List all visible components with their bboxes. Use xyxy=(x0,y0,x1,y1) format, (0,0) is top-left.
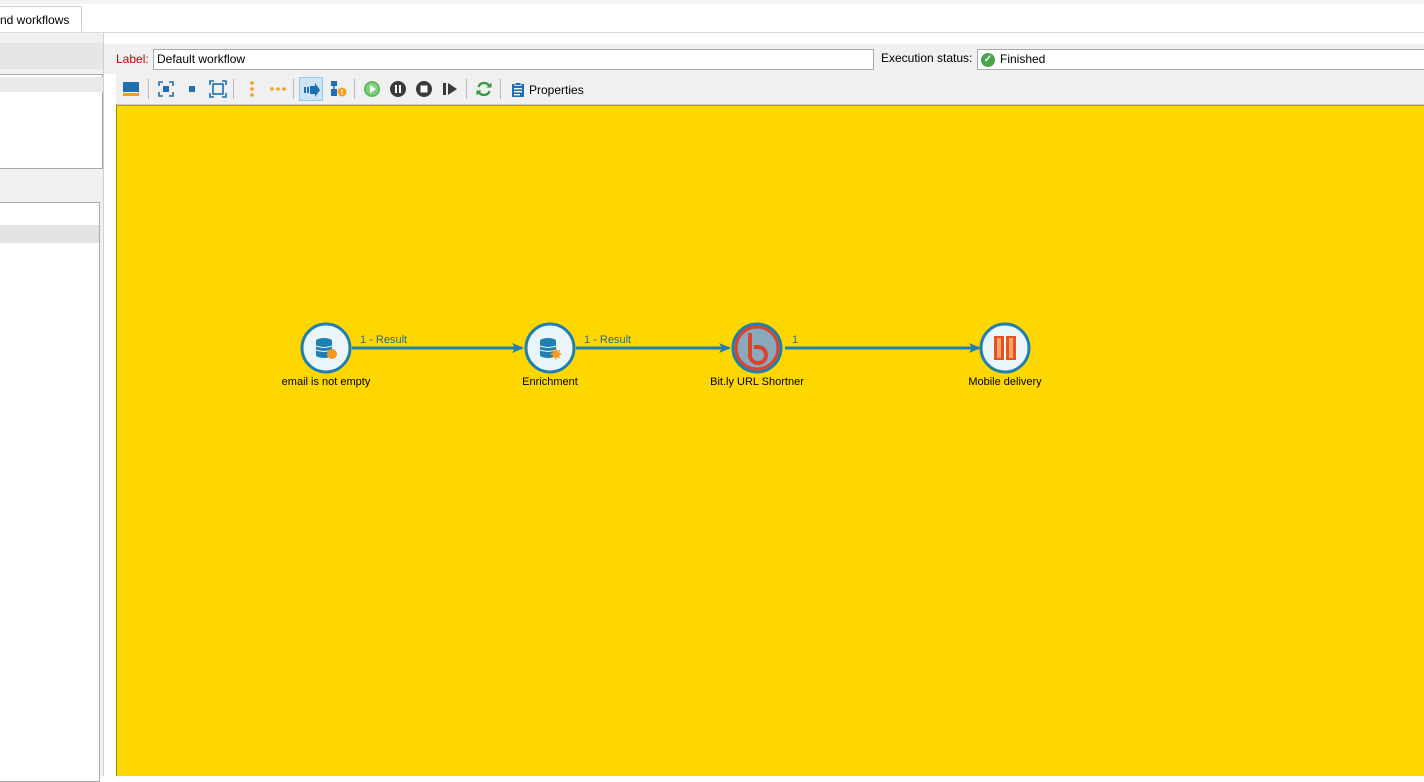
link-label: 1 - Result xyxy=(360,334,408,346)
workflow-node-bitly[interactable] xyxy=(731,322,783,374)
step-icon[interactable] xyxy=(438,77,462,101)
toolbar-separator xyxy=(293,79,294,99)
label-row: Label: Default workflow Execution status… xyxy=(104,44,1424,74)
tab-workflows[interactable]: nd workflows xyxy=(0,6,82,32)
start-icon[interactable] xyxy=(360,77,384,101)
workflow-node-enrichment[interactable] xyxy=(524,322,576,374)
stop-icon[interactable] xyxy=(412,77,436,101)
workflow-alert-icon[interactable] xyxy=(326,77,350,101)
properties-label: Properties xyxy=(529,83,584,97)
forward-arrow-icon[interactable] xyxy=(299,77,323,101)
stop-square-icon[interactable] xyxy=(180,77,204,101)
panel-splitter[interactable] xyxy=(103,33,104,776)
left-panel-list-top[interactable] xyxy=(0,74,103,169)
zoom-area-icon[interactable] xyxy=(206,77,230,101)
mobile-delivery-icon xyxy=(979,322,1031,374)
toolbar-separator xyxy=(354,79,355,99)
toolbar-separator xyxy=(233,79,234,99)
label-input[interactable]: Default workflow xyxy=(153,49,874,70)
check-circle-icon: ✓ xyxy=(981,53,995,67)
enrichment-icon xyxy=(524,322,576,374)
horizontal-dots-icon[interactable] xyxy=(266,77,290,101)
node-label: Bit.ly URL Shortner xyxy=(710,376,804,388)
workflow-toolbar: Properties xyxy=(116,74,1424,105)
label-caption: Label: xyxy=(116,52,149,66)
display-mode-icon[interactable] xyxy=(119,77,143,101)
pause-icon[interactable] xyxy=(386,77,410,101)
node-label: Enrichment xyxy=(522,376,578,388)
workflow-links xyxy=(352,343,981,353)
left-panel-header xyxy=(0,43,104,69)
left-panel-tree[interactable] xyxy=(0,202,100,782)
node-label: Mobile delivery xyxy=(968,376,1042,388)
toolbar-separator xyxy=(148,79,149,99)
bitly-icon xyxy=(731,322,783,374)
toolbar-separator xyxy=(500,79,501,99)
query-icon xyxy=(300,322,352,374)
node-label: email is not empty xyxy=(281,376,371,388)
workflow-node-query[interactable] xyxy=(300,322,352,374)
workflow-node-mobile-delivery[interactable] xyxy=(979,322,1031,374)
vertical-dots-icon[interactable] xyxy=(240,77,264,101)
list-item[interactable] xyxy=(0,77,103,92)
execution-status-value: Finished xyxy=(1000,52,1046,66)
link-label: 1 - Result xyxy=(584,334,632,346)
properties-button[interactable]: Properties xyxy=(508,77,588,101)
execution-status-caption: Execution status: xyxy=(881,51,973,65)
workflow-canvas[interactable]: 1 - Result 1 - Result 1 email is not emp… xyxy=(116,105,1424,776)
zoom-fit-icon[interactable] xyxy=(154,77,178,101)
refresh-icon[interactable] xyxy=(472,77,496,101)
execution-status-field: ✓ Finished xyxy=(977,49,1424,70)
properties-icon xyxy=(512,82,524,97)
tab-strip: nd workflows xyxy=(0,4,1424,33)
toolbar-separator xyxy=(466,79,467,99)
left-panel xyxy=(0,33,104,782)
tree-item-selected[interactable] xyxy=(0,225,99,243)
link-label: 1 xyxy=(792,334,799,346)
